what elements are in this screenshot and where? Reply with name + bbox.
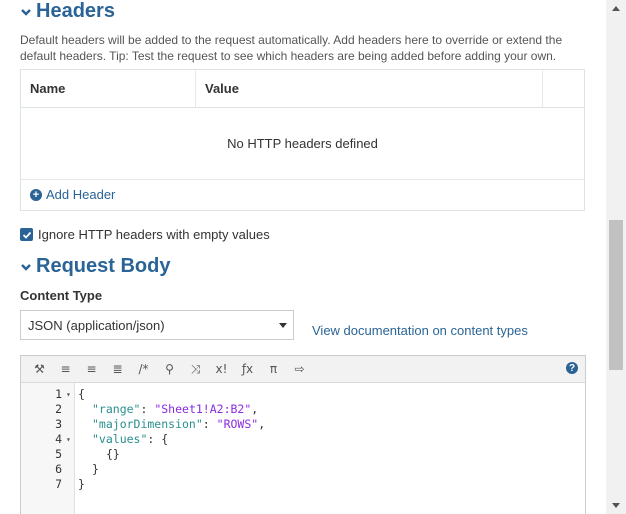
line-number: 7: [55, 477, 62, 491]
code-text: "values": {: [92, 432, 169, 446]
search-icon[interactable]: ⚲: [159, 359, 180, 379]
checkmark-icon: [22, 231, 31, 239]
column-header-value: Value: [196, 70, 543, 107]
indent-icon[interactable]: ≡: [55, 359, 76, 379]
content-type-select[interactable]: JSON (application/json): [20, 310, 294, 340]
function-icon[interactable]: ƒx: [237, 359, 258, 379]
chevron-down-icon: [20, 6, 32, 18]
pi-icon[interactable]: π: [263, 359, 284, 379]
export-icon[interactable]: ⇨: [289, 359, 310, 379]
comment-icon[interactable]: /*: [133, 359, 154, 379]
fold-arrow-icon[interactable]: ▾: [66, 387, 71, 402]
add-header-label: Add Header: [46, 187, 116, 202]
ignore-empty-label: Ignore HTTP headers with empty values: [38, 227, 270, 242]
headers-table-header: Name Value: [21, 70, 584, 108]
code-text: }: [78, 477, 85, 491]
code-area[interactable]: 1 ▾ {2 "range": "Sheet1!A2:B2", 3 "majorDimen…: [21, 383, 585, 514]
help-icon[interactable]: ?: [566, 362, 578, 374]
content-type-label: Content Type: [20, 288, 103, 303]
request-settings-panel: Headers Default headers will be added to…: [0, 0, 606, 514]
line-number: 2: [55, 402, 62, 416]
outdent-icon[interactable]: ≡: [81, 359, 102, 379]
ignore-empty-checkbox[interactable]: [20, 228, 33, 241]
scroll-up-arrow-icon[interactable]: [612, 6, 620, 11]
scrollbar-thumb[interactable]: [609, 220, 623, 370]
magic-wand-icon[interactable]: ⚒: [29, 359, 50, 379]
plus-circle-icon: +: [30, 188, 42, 201]
code-line[interactable]: 3 "majorDimension": "ROWS",: [21, 417, 585, 432]
json-body-editor[interactable]: ⚒ ≡ ≡ ≣ /* ⚲ ⤨ x! ƒx π ⇨ ? 1 ▾ {2 "range": …: [20, 355, 586, 514]
line-number: 6: [55, 462, 62, 476]
code-line[interactable]: 2 "range": "Sheet1!A2:B2",: [21, 402, 585, 417]
line-number: 4: [55, 432, 62, 446]
code-line[interactable]: 1 ▾ {: [21, 387, 585, 402]
scroll-down-arrow-icon[interactable]: [612, 503, 620, 508]
list-icon[interactable]: ≣: [107, 359, 128, 379]
add-header-button[interactable]: + Add Header: [30, 187, 115, 202]
code-text: {: [78, 387, 85, 401]
chevron-down-icon: [20, 261, 32, 273]
ignore-empty-headers-option[interactable]: Ignore HTTP headers with empty values: [20, 227, 270, 242]
dropdown-caret-icon: [279, 323, 287, 328]
shuffle-icon[interactable]: ⤨: [185, 359, 206, 379]
line-number: 1: [55, 387, 62, 401]
code-line[interactable]: 4 ▾ "values": {: [21, 432, 585, 447]
request-body-section-title[interactable]: Request Body: [20, 255, 170, 278]
clear-icon[interactable]: x!: [211, 359, 232, 379]
code-text: {}: [106, 447, 120, 461]
line-number: 3: [55, 417, 62, 431]
headers-description: Default headers will be added to the req…: [20, 33, 563, 63]
empty-headers-message: No HTTP headers defined: [21, 107, 584, 180]
headers-section-title[interactable]: Headers: [20, 0, 115, 23]
column-header-actions: [543, 70, 584, 107]
content-type-value: JSON (application/json): [28, 317, 165, 333]
column-header-name: Name: [21, 70, 196, 107]
line-number: 5: [55, 447, 62, 461]
editor-toolbar: ⚒ ≡ ≡ ≣ /* ⚲ ⤨ x! ƒx π ⇨ ?: [21, 356, 585, 383]
code-line[interactable]: 7}: [21, 477, 585, 492]
code-text: }: [92, 462, 99, 476]
code-line[interactable]: 5 {}: [21, 447, 585, 462]
vertical-scrollbar[interactable]: [606, 0, 626, 514]
headers-table: Name Value No HTTP headers defined + Add…: [20, 69, 585, 211]
fold-arrow-icon[interactable]: ▾: [66, 432, 71, 447]
content-types-doc-link[interactable]: View documentation on content types: [312, 323, 528, 338]
code-text: "range": "Sheet1!A2:B2",: [92, 402, 259, 416]
code-line[interactable]: 6}: [21, 462, 585, 477]
headers-title-text: Headers: [36, 0, 115, 22]
request-body-title-text: Request Body: [36, 255, 171, 277]
code-text: "majorDimension": "ROWS",: [92, 417, 266, 431]
